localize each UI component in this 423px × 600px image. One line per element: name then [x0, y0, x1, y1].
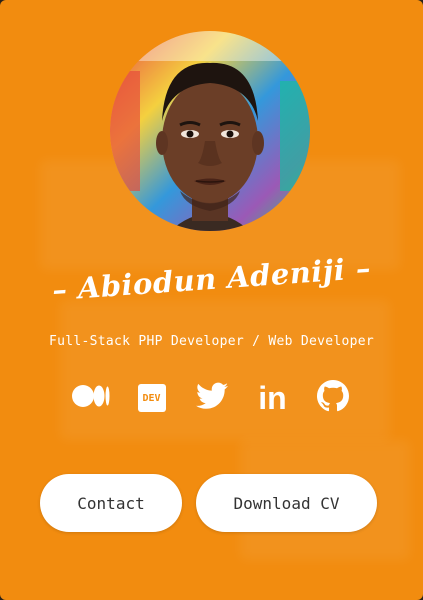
dev-icon-text: DEV [142, 392, 161, 404]
social-links: DEV in [72, 378, 352, 418]
twitter-icon [196, 382, 228, 414]
profile-card: – Abiodun Adeniji – Full-Stack PHP Devel… [0, 0, 423, 600]
github-link[interactable] [314, 379, 352, 417]
dev-link[interactable]: DEV [133, 379, 171, 417]
download-cv-button[interactable]: Download CV [196, 474, 377, 532]
linkedin-icon: in [258, 380, 287, 416]
github-icon [317, 380, 349, 416]
avatar [110, 31, 310, 231]
contact-button[interactable]: Contact [40, 474, 182, 532]
profile-role: Full-Stack PHP Developer / Web Developer [48, 334, 375, 349]
medium-link[interactable] [72, 379, 110, 417]
twitter-link[interactable] [193, 379, 231, 417]
background-shape [60, 300, 390, 440]
linkedin-link[interactable]: in [254, 379, 292, 417]
medium-icon [72, 384, 110, 412]
dev-icon: DEV [137, 384, 166, 412]
